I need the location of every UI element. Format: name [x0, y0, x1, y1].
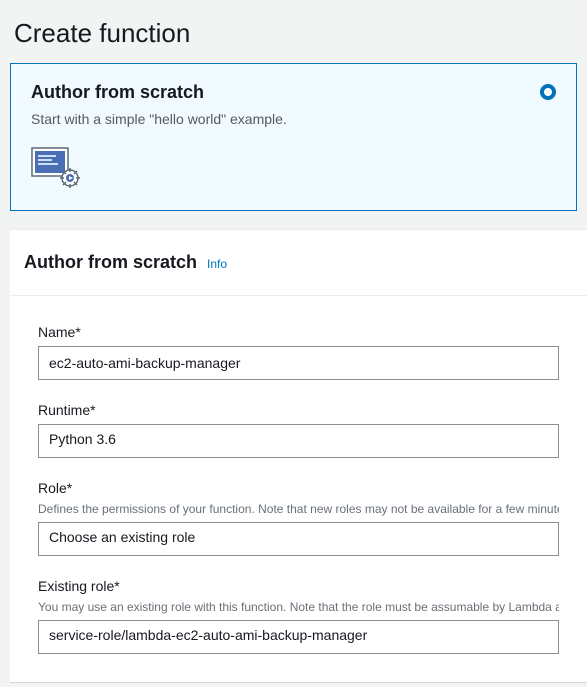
page-title: Create function: [0, 0, 587, 63]
form-panel: Author from scratch Info Name* Runtime* …: [10, 229, 587, 683]
form-header: Author from scratch Info: [10, 252, 587, 296]
radio-selected-icon: [540, 84, 556, 100]
field-role-help: Defines the permissions of your function…: [38, 502, 559, 516]
info-link[interactable]: Info: [207, 257, 227, 271]
field-role-label: Role*: [38, 480, 559, 496]
option-author-from-scratch[interactable]: Author from scratch Start with a simple …: [10, 63, 577, 211]
field-runtime-label: Runtime*: [38, 402, 559, 418]
runtime-select[interactable]: Python 3.6: [38, 424, 559, 458]
field-name: Name*: [10, 324, 587, 402]
option-desc: Start with a simple "hello world" exampl…: [31, 111, 556, 127]
field-runtime: Runtime* Python 3.6: [10, 402, 587, 480]
existing-role-select[interactable]: service-role/lambda-ec2-auto-ami-backup-…: [38, 620, 559, 654]
role-select[interactable]: Choose an existing role: [38, 522, 559, 556]
option-title: Author from scratch: [31, 82, 556, 103]
field-existing-role: Existing role* You may use an existing r…: [10, 578, 587, 676]
field-role: Role* Defines the permissions of your fu…: [10, 480, 587, 578]
name-input[interactable]: [38, 346, 559, 380]
code-gear-icon: [31, 147, 81, 194]
panel-divider: [10, 682, 587, 683]
field-existing-role-label: Existing role*: [38, 578, 559, 594]
field-name-label: Name*: [38, 324, 559, 340]
field-existing-role-help: You may use an existing role with this f…: [38, 600, 559, 614]
form-header-title: Author from scratch: [24, 252, 197, 273]
